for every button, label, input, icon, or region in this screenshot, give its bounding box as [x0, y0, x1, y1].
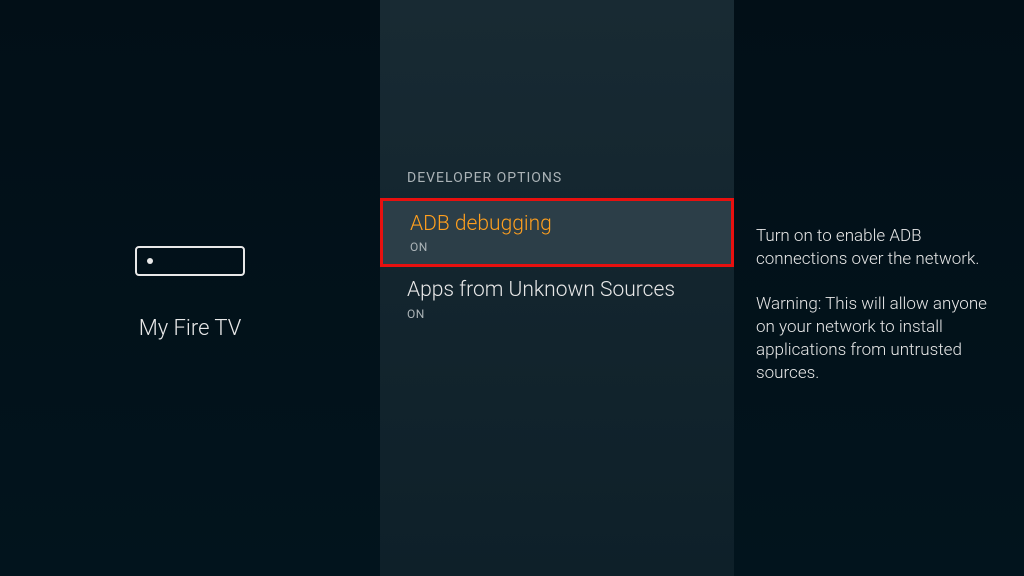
- option-unknown-sources[interactable]: Apps from Unknown Sources ON: [380, 267, 734, 330]
- option-status: ON: [407, 307, 707, 321]
- option-title: ADB debugging: [410, 211, 704, 238]
- left-panel: My Fire TV: [0, 0, 380, 576]
- options-panel: DEVELOPER OPTIONS ADB debugging ON Apps …: [380, 0, 734, 576]
- desc-paragraph-1: Turn on to enable ADB connections over t…: [756, 225, 994, 271]
- option-status: ON: [410, 240, 704, 254]
- firetv-stick-icon: [135, 246, 245, 276]
- desc-paragraph-2: Warning: This will allow anyone on your …: [756, 293, 994, 385]
- option-adb-debugging[interactable]: ADB debugging ON: [380, 198, 734, 267]
- device-label: My Fire TV: [139, 316, 242, 341]
- description-panel: Turn on to enable ADB connections over t…: [734, 0, 1024, 576]
- option-title: Apps from Unknown Sources: [407, 277, 707, 304]
- section-title: DEVELOPER OPTIONS: [380, 30, 734, 198]
